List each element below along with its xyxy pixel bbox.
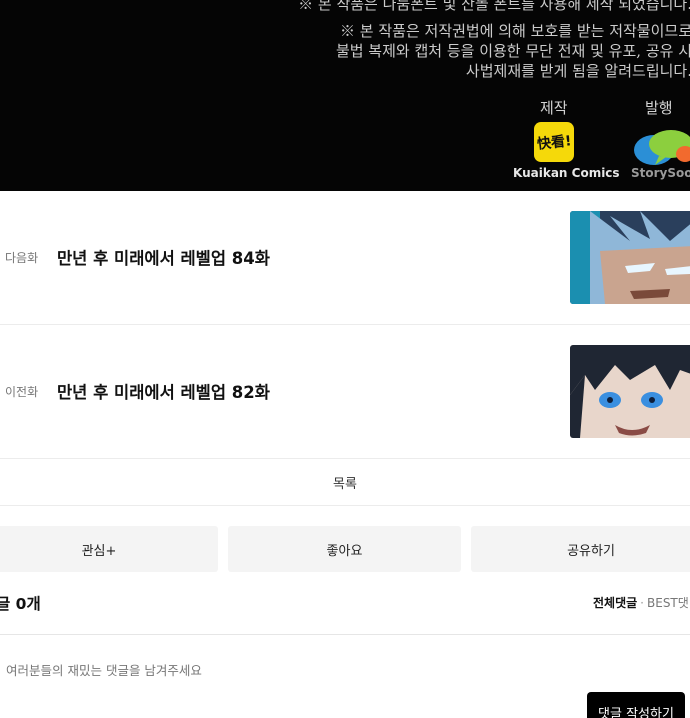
next-episode-title[interactable]: 만년 후 미래에서 레벨업 84화 bbox=[57, 245, 270, 269]
publisher-label: 발행 bbox=[645, 99, 673, 117]
tab-best-comments[interactable]: BEST댓 bbox=[647, 596, 689, 610]
comment-input[interactable]: 여러분들의 재밌는 댓글을 남겨주세요 bbox=[6, 660, 202, 679]
notice-piracy-line: 불법 복제와 캡처 등을 이용한 무단 전재 및 유포, 공유 시 bbox=[335, 42, 690, 60]
notice-sanction-line: 사법제재를 받게 됨을 알려드립니다. bbox=[465, 62, 690, 80]
kuaikan-logo-icon: 快看! bbox=[534, 122, 574, 162]
like-button[interactable]: 좋아요 bbox=[228, 526, 461, 572]
comment-sort-tabs: 전체댓글 · BEST댓 bbox=[593, 594, 689, 611]
kuaikan-logo-text: 快看! bbox=[536, 133, 573, 153]
episode-list-button[interactable]: 목록 bbox=[0, 459, 690, 506]
next-episode-thumbnail[interactable] bbox=[570, 211, 690, 304]
storysoop-logo-icon bbox=[634, 130, 690, 165]
notice-copyright-line: ※ 본 작품은 저작권법에 의해 보호를 받는 저작물이므로 bbox=[340, 22, 690, 40]
tab-separator: · bbox=[640, 596, 644, 610]
notice-font-line: ※ 본 작품은 나눔폰트 및 산돌 폰트를 사용해 제작 되었습니다. bbox=[298, 0, 690, 13]
next-episode-row[interactable]: 다음화 만년 후 미래에서 레벨업 84화 bbox=[0, 191, 690, 325]
previous-episode-tag: 이전화 bbox=[5, 385, 39, 399]
next-episode-tag: 다음화 bbox=[5, 251, 39, 265]
interest-button[interactable]: 관심+ bbox=[0, 526, 218, 572]
previous-episode-title[interactable]: 만년 후 미래에서 레벨업 82화 bbox=[57, 379, 270, 403]
copyright-notice-banner: ※ 본 작품은 나눔폰트 및 산돌 폰트를 사용해 제작 되었습니다. ※ 본 … bbox=[0, 0, 690, 191]
share-button[interactable]: 공유하기 bbox=[471, 526, 690, 572]
comment-divider bbox=[0, 634, 690, 635]
previous-episode-row[interactable]: 이전화 만년 후 미래에서 레벨업 82화 bbox=[0, 325, 690, 459]
comment-count: 글 0개 bbox=[0, 595, 41, 613]
previous-episode-thumbnail[interactable] bbox=[570, 345, 690, 438]
tab-all-comments[interactable]: 전체댓글 bbox=[593, 596, 637, 610]
write-comment-button[interactable]: 댓글 작성하기 bbox=[587, 692, 685, 718]
kuaikan-brand-name: Kuaikan Comics bbox=[513, 166, 620, 180]
storysoop-brand-name: StorySoop bbox=[631, 166, 690, 180]
production-label: 제작 bbox=[540, 99, 568, 117]
